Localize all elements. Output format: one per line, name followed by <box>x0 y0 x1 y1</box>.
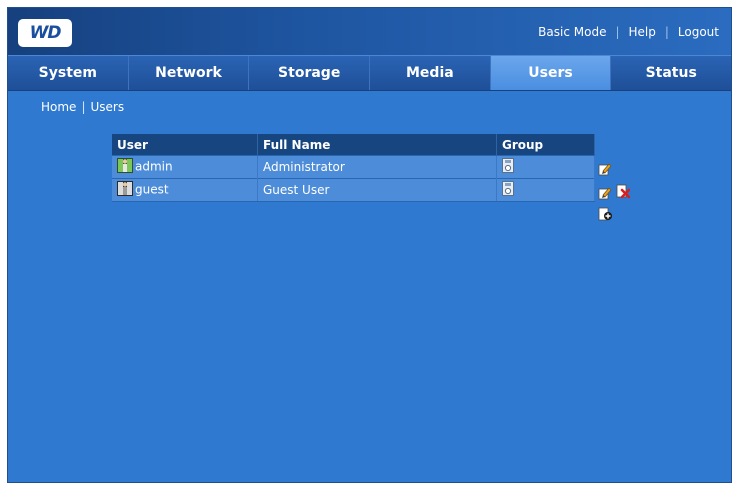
logout-link[interactable]: Logout <box>678 25 719 39</box>
basic-mode-link[interactable]: Basic Mode <box>538 25 606 39</box>
wd-logo: WD <box>18 19 72 47</box>
table-row[interactable]: guest Guest User <box>112 178 595 202</box>
tab-network[interactable]: Network <box>129 56 250 90</box>
tab-media[interactable]: Media <box>370 56 491 90</box>
group-cell <box>496 178 595 202</box>
link-separator: | <box>664 25 669 39</box>
main-nav: System Network Storage Media Users Statu… <box>8 55 731 91</box>
group-cell <box>496 155 595 179</box>
column-header-full-name: Full Name <box>257 134 497 156</box>
user-name: admin <box>135 159 173 174</box>
group-icon[interactable] <box>502 158 514 176</box>
user-cell: guest <box>112 178 258 202</box>
table-header-row: User Full Name Group <box>112 134 595 156</box>
breadcrumb-home[interactable]: Home <box>41 100 76 114</box>
table-row[interactable]: admin Administrator <box>112 155 595 179</box>
group-icon[interactable] <box>502 181 514 199</box>
edit-admin-icon[interactable] <box>598 161 612 180</box>
delete-guest-icon[interactable] <box>616 184 631 203</box>
app-window: WD Basic Mode | Help | Logout System Net… <box>7 7 732 483</box>
user-name: guest <box>135 182 169 197</box>
edit-guest-icon[interactable] <box>598 185 612 204</box>
full-name-cell: Administrator <box>257 155 497 179</box>
column-header-group: Group <box>496 134 595 156</box>
breadcrumb-current: Users <box>90 100 125 114</box>
breadcrumb: Home | Users <box>41 100 124 114</box>
tab-status[interactable]: Status <box>611 56 731 90</box>
add-user-icon[interactable] <box>598 207 613 226</box>
user-cell: admin <box>112 155 258 179</box>
users-table: User Full Name Group admin Administrator… <box>112 134 595 202</box>
admin-user-icon <box>117 158 133 176</box>
tab-storage[interactable]: Storage <box>249 56 371 90</box>
breadcrumb-separator: | <box>81 100 86 114</box>
full-name-cell: Guest User <box>257 178 497 202</box>
column-header-user: User <box>112 134 258 156</box>
link-separator: | <box>615 25 620 39</box>
tab-system[interactable]: System <box>8 56 129 90</box>
tab-users[interactable]: Users <box>490 56 612 90</box>
top-links: Basic Mode | Help | Logout <box>538 25 719 39</box>
help-link[interactable]: Help <box>629 25 656 39</box>
header-bar: WD Basic Mode | Help | Logout <box>8 8 731 55</box>
user-icon <box>117 181 133 199</box>
